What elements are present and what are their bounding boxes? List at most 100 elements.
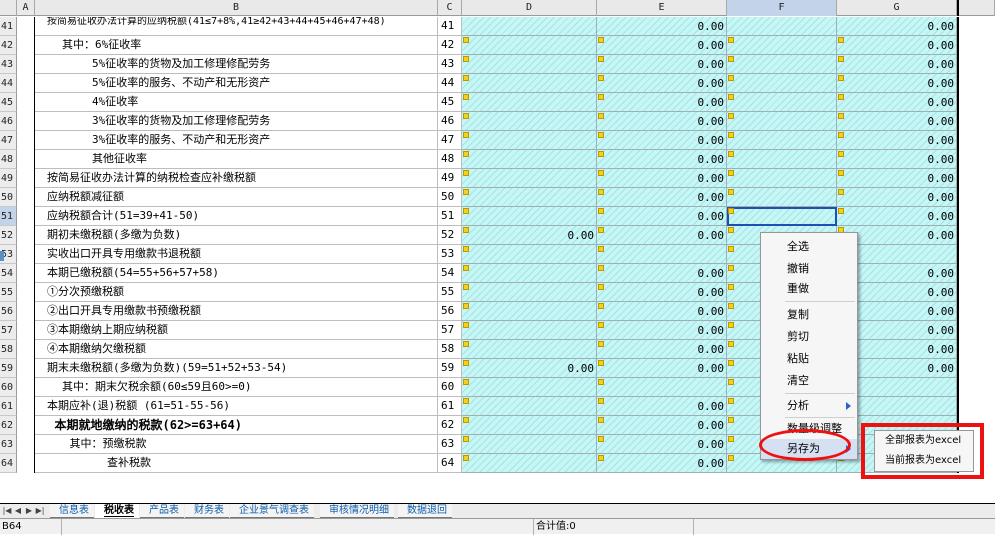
sheet-tab[interactable]: 财务表	[185, 504, 229, 518]
prev-sheet-icon[interactable]: ◀	[13, 505, 23, 517]
line-number[interactable]: 58	[438, 340, 462, 359]
value-cell-d[interactable]	[462, 283, 597, 302]
value-cell-d[interactable]	[462, 150, 597, 169]
value-cell-e[interactable]: 0.00	[597, 93, 727, 112]
value-cell-d[interactable]	[462, 435, 597, 454]
menu-item[interactable]: 数量级调整	[761, 419, 857, 439]
cell-a[interactable]	[17, 55, 35, 74]
column-header-D[interactable]: D	[462, 0, 597, 16]
row-label[interactable]: 其中：6%征收率	[35, 36, 438, 55]
line-number[interactable]: 53	[438, 245, 462, 264]
value-cell-d[interactable]	[462, 454, 597, 473]
row-number[interactable]: 61	[0, 397, 17, 416]
value-cell-d[interactable]	[462, 131, 597, 150]
row-label[interactable]: 按简易征收办法计算的应纳税额(41≤7+8%,41≥42+43+44+45+46…	[35, 17, 438, 36]
value-cell-g[interactable]: 0.00	[837, 17, 957, 36]
menu-item[interactable]: 分析	[761, 396, 857, 416]
row-number[interactable]: 58	[0, 340, 17, 359]
cell-a[interactable]	[17, 454, 35, 473]
value-cell-e[interactable]: 0.00	[597, 340, 727, 359]
row-number[interactable]: 42	[0, 36, 17, 55]
cell-h[interactable]	[957, 359, 995, 378]
menu-item[interactable]: 清空	[761, 371, 857, 391]
row-label[interactable]: 3%征收率的货物及加工修理修配劳务	[35, 112, 438, 131]
menu-item[interactable]: 重做	[761, 279, 857, 299]
line-number[interactable]: 62	[438, 416, 462, 435]
cell-a[interactable]	[17, 378, 35, 397]
line-number[interactable]: 42	[438, 36, 462, 55]
cell-h[interactable]	[957, 36, 995, 55]
value-cell-g[interactable]: 0.00	[837, 112, 957, 131]
value-cell-e[interactable]: 0.00	[597, 359, 727, 378]
row-number[interactable]: 52	[0, 226, 17, 245]
value-cell-d[interactable]	[462, 397, 597, 416]
value-cell-e[interactable]: 0.00	[597, 435, 727, 454]
row-number[interactable]: 45	[0, 93, 17, 112]
cell-h[interactable]	[957, 74, 995, 93]
line-number[interactable]: 48	[438, 150, 462, 169]
value-cell-d[interactable]	[462, 378, 597, 397]
value-cell-d[interactable]	[462, 416, 597, 435]
row-number[interactable]: 48	[0, 150, 17, 169]
value-cell-e[interactable]: 0.00	[597, 397, 727, 416]
cell-a[interactable]	[17, 112, 35, 131]
value-cell-f[interactable]	[727, 207, 837, 226]
value-cell-e[interactable]	[597, 378, 727, 397]
cell-h[interactable]	[957, 188, 995, 207]
sheet-tab[interactable]: 数据退回	[398, 504, 452, 518]
menu-item[interactable]: 全选	[761, 237, 857, 257]
value-cell-e[interactable]: 0.00	[597, 321, 727, 340]
column-header-F[interactable]: F	[727, 0, 837, 16]
value-cell-d[interactable]	[462, 55, 597, 74]
menu-item[interactable]: 撤销	[761, 259, 857, 279]
value-cell-f[interactable]	[727, 74, 837, 93]
sheet-tab[interactable]: 审核情况明细	[320, 504, 394, 518]
cell-a[interactable]	[17, 207, 35, 226]
row-label[interactable]: 5%征收率的服务、不动产和无形资产	[35, 74, 438, 93]
row-label[interactable]: ②出口开具专用缴款书预缴税额	[35, 302, 438, 321]
sheet-tab[interactable]: 企业景气调查表	[230, 504, 314, 518]
submenu-item[interactable]: 当前报表为excel	[875, 451, 973, 471]
line-number[interactable]: 47	[438, 131, 462, 150]
value-cell-e[interactable]: 0.00	[597, 226, 727, 245]
row-label[interactable]: 其中：预缴税款	[35, 435, 438, 454]
row-number[interactable]: 47	[0, 131, 17, 150]
menu-item[interactable]: 剪切	[761, 327, 857, 347]
column-header-G[interactable]: G	[837, 0, 957, 16]
value-cell-g[interactable]: 0.00	[837, 131, 957, 150]
value-cell-f[interactable]	[727, 93, 837, 112]
row-number[interactable]: 59	[0, 359, 17, 378]
row-label[interactable]: 实收出口开具专用缴款书退税额	[35, 245, 438, 264]
line-number[interactable]: 56	[438, 302, 462, 321]
line-number[interactable]: 52	[438, 226, 462, 245]
value-cell-d[interactable]	[462, 17, 597, 36]
value-cell-d[interactable]	[462, 321, 597, 340]
cell-a[interactable]	[17, 435, 35, 454]
last-sheet-icon[interactable]: ▶|	[35, 505, 45, 517]
cell-h[interactable]	[957, 340, 995, 359]
value-cell-e[interactable]: 0.00	[597, 302, 727, 321]
row-number[interactable]: 43	[0, 55, 17, 74]
line-number[interactable]: 45	[438, 93, 462, 112]
value-cell-d[interactable]	[462, 264, 597, 283]
row-label[interactable]: ①分次预缴税额	[35, 283, 438, 302]
cell-h[interactable]	[957, 55, 995, 74]
row-number[interactable]: 46	[0, 112, 17, 131]
row-number[interactable]: 55	[0, 283, 17, 302]
cell-a[interactable]	[17, 131, 35, 150]
line-number[interactable]: 57	[438, 321, 462, 340]
cell-h[interactable]	[957, 150, 995, 169]
row-number[interactable]: 64	[0, 454, 17, 473]
value-cell-f[interactable]	[727, 17, 837, 36]
value-cell-d[interactable]	[462, 112, 597, 131]
cell-h[interactable]	[957, 283, 995, 302]
cell-a[interactable]	[17, 17, 35, 36]
line-number[interactable]: 55	[438, 283, 462, 302]
value-cell-e[interactable]	[597, 245, 727, 264]
value-cell-d[interactable]	[462, 169, 597, 188]
cell-h[interactable]	[957, 169, 995, 188]
row-label[interactable]: 本期就地缴纳的税款(62>=63+64)	[35, 416, 438, 435]
line-number[interactable]: 54	[438, 264, 462, 283]
menu-item[interactable]: 复制	[761, 305, 857, 325]
row-label[interactable]: 期末未缴税额(多缴为负数)(59=51+52+53-54)	[35, 359, 438, 378]
